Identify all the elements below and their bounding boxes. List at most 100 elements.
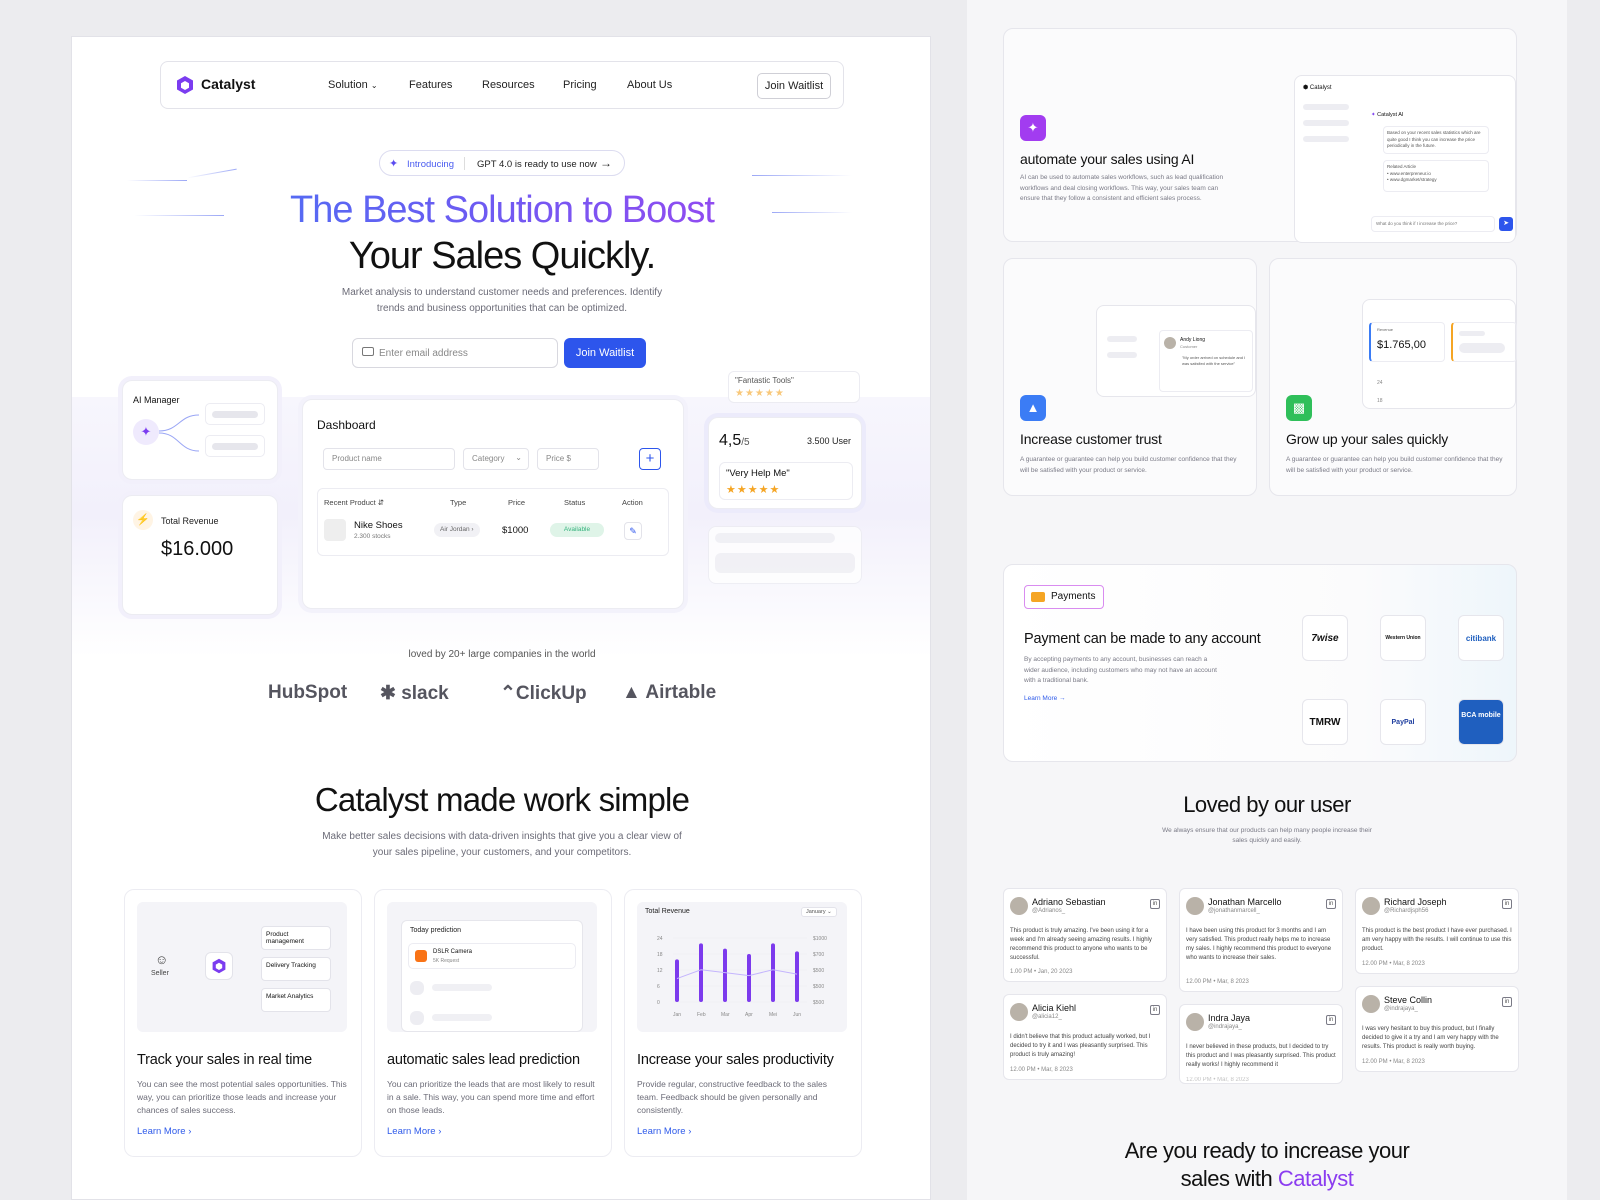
testimonial-card: Jonathan Marcello @jonathanmarcell_ in I… <box>1179 888 1343 992</box>
column-action: Action <box>622 498 643 507</box>
placeholder-item <box>205 403 265 425</box>
x-tick-label: Apr <box>745 1012 753 1018</box>
learn-more-link[interactable]: Learn More › <box>137 1126 191 1137</box>
add-button[interactable]: + <box>639 448 661 470</box>
y2-tick-label: $500 <box>813 1000 824 1006</box>
linkedin-icon[interactable]: in <box>1326 899 1336 909</box>
learn-more-link[interactable]: Learn More › <box>387 1126 441 1137</box>
product-stock: 2.300 stocks <box>354 533 391 540</box>
catalyst-node-icon <box>205 952 233 980</box>
node-product-management: Product management <box>261 926 331 950</box>
grow-desc: A guarantee or guarantee can help you bu… <box>1286 456 1503 474</box>
email-field[interactable]: Enter email address <box>352 338 558 368</box>
pill-text: GPT 4.0 is ready to use now <box>477 159 597 170</box>
nav-about-us[interactable]: About Us <box>627 79 672 91</box>
y-tick-label: 24 <box>657 936 663 942</box>
features-title: Catalyst made work simple <box>314 781 690 818</box>
join-waitlist-button[interactable]: Join Waitlist <box>564 338 646 368</box>
chat-input[interactable]: What do you think if I increase the pric… <box>1371 216 1495 232</box>
linkedin-icon[interactable]: in <box>1502 997 1512 1007</box>
tick-label: 18 <box>1377 398 1383 404</box>
ai-manager-label: AI Manager <box>133 395 180 405</box>
brand-name[interactable]: Catalyst <box>201 76 255 92</box>
revenue-chart: Total Revenue January ⌄ 24 18 12 6 0 $1000 $70… <box>637 902 847 1032</box>
linkedin-icon[interactable]: in <box>1150 899 1160 909</box>
grow-title: Grow up your sales quickly <box>1286 431 1449 447</box>
slack-logo: ✱ slack <box>380 683 449 704</box>
ai-automation-card: ✦ automate your sales using AI AI can be… <box>1003 28 1517 243</box>
nav-solution[interactable]: Solution ⌄ <box>328 79 378 91</box>
nav-features[interactable]: Features <box>409 79 452 91</box>
lightning-icon: ⚡ <box>133 510 153 530</box>
magic-wand-icon: ✦ <box>1020 115 1046 141</box>
review-quote: "Very Help Me" <box>726 468 790 479</box>
avatar <box>1186 897 1204 915</box>
type-badge: Air Jordan › <box>434 523 480 537</box>
ai-manager-card: AI Manager ✦ <box>122 380 278 480</box>
avatar <box>1362 897 1380 915</box>
y-tick-label: 18 <box>657 952 663 958</box>
linkedin-icon[interactable]: in <box>1150 1005 1160 1015</box>
companies-caption: loved by 20+ large companies in the worl… <box>408 649 596 660</box>
clickup-icon: ⌃ <box>500 683 516 704</box>
linkedin-icon[interactable]: in <box>1326 1015 1336 1025</box>
revenue-label: Revenue <box>1377 327 1394 332</box>
testimonial-date: 12.00 PM • Mar, 8 2023 <box>1362 1059 1425 1065</box>
learn-more-link[interactable]: Learn More → <box>1024 695 1066 702</box>
testimonial-date: 12.00 PM • Mar, 8 2023 <box>1362 961 1425 967</box>
article-link[interactable]: • www.dgmarket/strategy <box>1387 177 1485 184</box>
grow-window: Revenue $1.765,00 24 18 <box>1362 299 1517 409</box>
customer-role: Customer <box>1180 344 1198 349</box>
circuit-line <box>752 175 852 176</box>
shoe-image <box>324 519 346 541</box>
testimonial-handle: @indrajaya_ <box>1208 1024 1242 1030</box>
rating-score: 4,5 <box>719 432 742 449</box>
products-table: Recent Product ⇵ Type Price Status Actio… <box>317 488 669 556</box>
testimonial-body: I never believed in these products, but … <box>1186 1044 1336 1068</box>
testimonial-card: Richard Joseph @Richardjsph56 in This pr… <box>1355 888 1519 974</box>
testimonial-body: I have been using this product for 3 mon… <box>1186 928 1332 961</box>
fantastic-quote: "Fantastic Tools" <box>735 376 794 385</box>
join-waitlist-nav-button[interactable]: Join Waitlist <box>757 73 831 99</box>
bar-chart: 24 18 12 6 0 $1000 $700 $500 $500 $500 Jan Feb Mar Ap… <box>657 936 827 1018</box>
connector-lines <box>159 414 200 452</box>
testimonial-bubble: Andy Liong Customer "My order arrived on… <box>1159 330 1253 392</box>
magic-wand-icon: ✦ <box>1371 112 1376 118</box>
catalyst-logo-icon[interactable] <box>175 75 195 95</box>
airtable-logo: ▲ Airtable <box>622 682 717 703</box>
column-recent-product[interactable]: Recent Product ⇵ <box>324 498 384 507</box>
product-name-input[interactable]: Product name <box>323 448 455 470</box>
column-price: Price <box>508 498 526 507</box>
loved-title: Loved by our user <box>1183 792 1351 817</box>
rating-out-of: /5 <box>741 437 750 448</box>
payments-desc: By accepting payments to any account, bu… <box>1024 656 1217 684</box>
nav-pricing[interactable]: Pricing <box>563 79 597 91</box>
testimonial-date: 1.00 PM • Jan, 20 2023 <box>1010 969 1073 975</box>
linkedin-icon[interactable]: in <box>1502 899 1512 909</box>
ai-chat-window: ⬢ Catalyst ✦ Catalyst AI Based on your r… <box>1294 75 1516 243</box>
category-select[interactable]: Category ⌄ <box>463 448 529 470</box>
prediction-title: Today prediction <box>410 927 461 934</box>
announcement-pill[interactable]: ✦ Introducing GPT 4.0 is ready to use no… <box>379 150 625 176</box>
testimonial-name: Richard Joseph <box>1384 897 1447 907</box>
circuit-line <box>187 168 237 179</box>
customer-message: "My order arrived on schedule and I was … <box>1182 355 1246 366</box>
testimonial-handle: @jonathanmarcell_ <box>1208 908 1260 914</box>
edit-icon[interactable]: ✎ <box>624 522 642 540</box>
hubspot-logo: HubSpot <box>268 682 348 703</box>
bar <box>795 951 799 1002</box>
learn-more-link[interactable]: Learn More › <box>637 1126 691 1137</box>
feature-desc: Provide regular, constructive feedback t… <box>637 1079 827 1115</box>
chevron-right-icon: › <box>688 1126 692 1137</box>
dashboard-title: Dashboard <box>317 418 376 432</box>
nav-resources[interactable]: Resources <box>482 79 535 91</box>
price-input[interactable]: Price $ <box>537 448 599 470</box>
airtable-icon: ▲ <box>622 682 641 703</box>
testimonial-name: Adriano Sebastian <box>1032 897 1106 907</box>
sort-icon: ⇵ <box>377 498 385 507</box>
revenue-tile <box>1451 322 1517 362</box>
send-icon[interactable]: ➤ <box>1499 217 1513 231</box>
testimonial-handle: @Richardjsph56 <box>1384 908 1429 914</box>
clickup-logo: ⌃ClickUp <box>500 683 587 704</box>
related-articles: Related Article • www.enterpreneur.io • … <box>1383 160 1489 192</box>
